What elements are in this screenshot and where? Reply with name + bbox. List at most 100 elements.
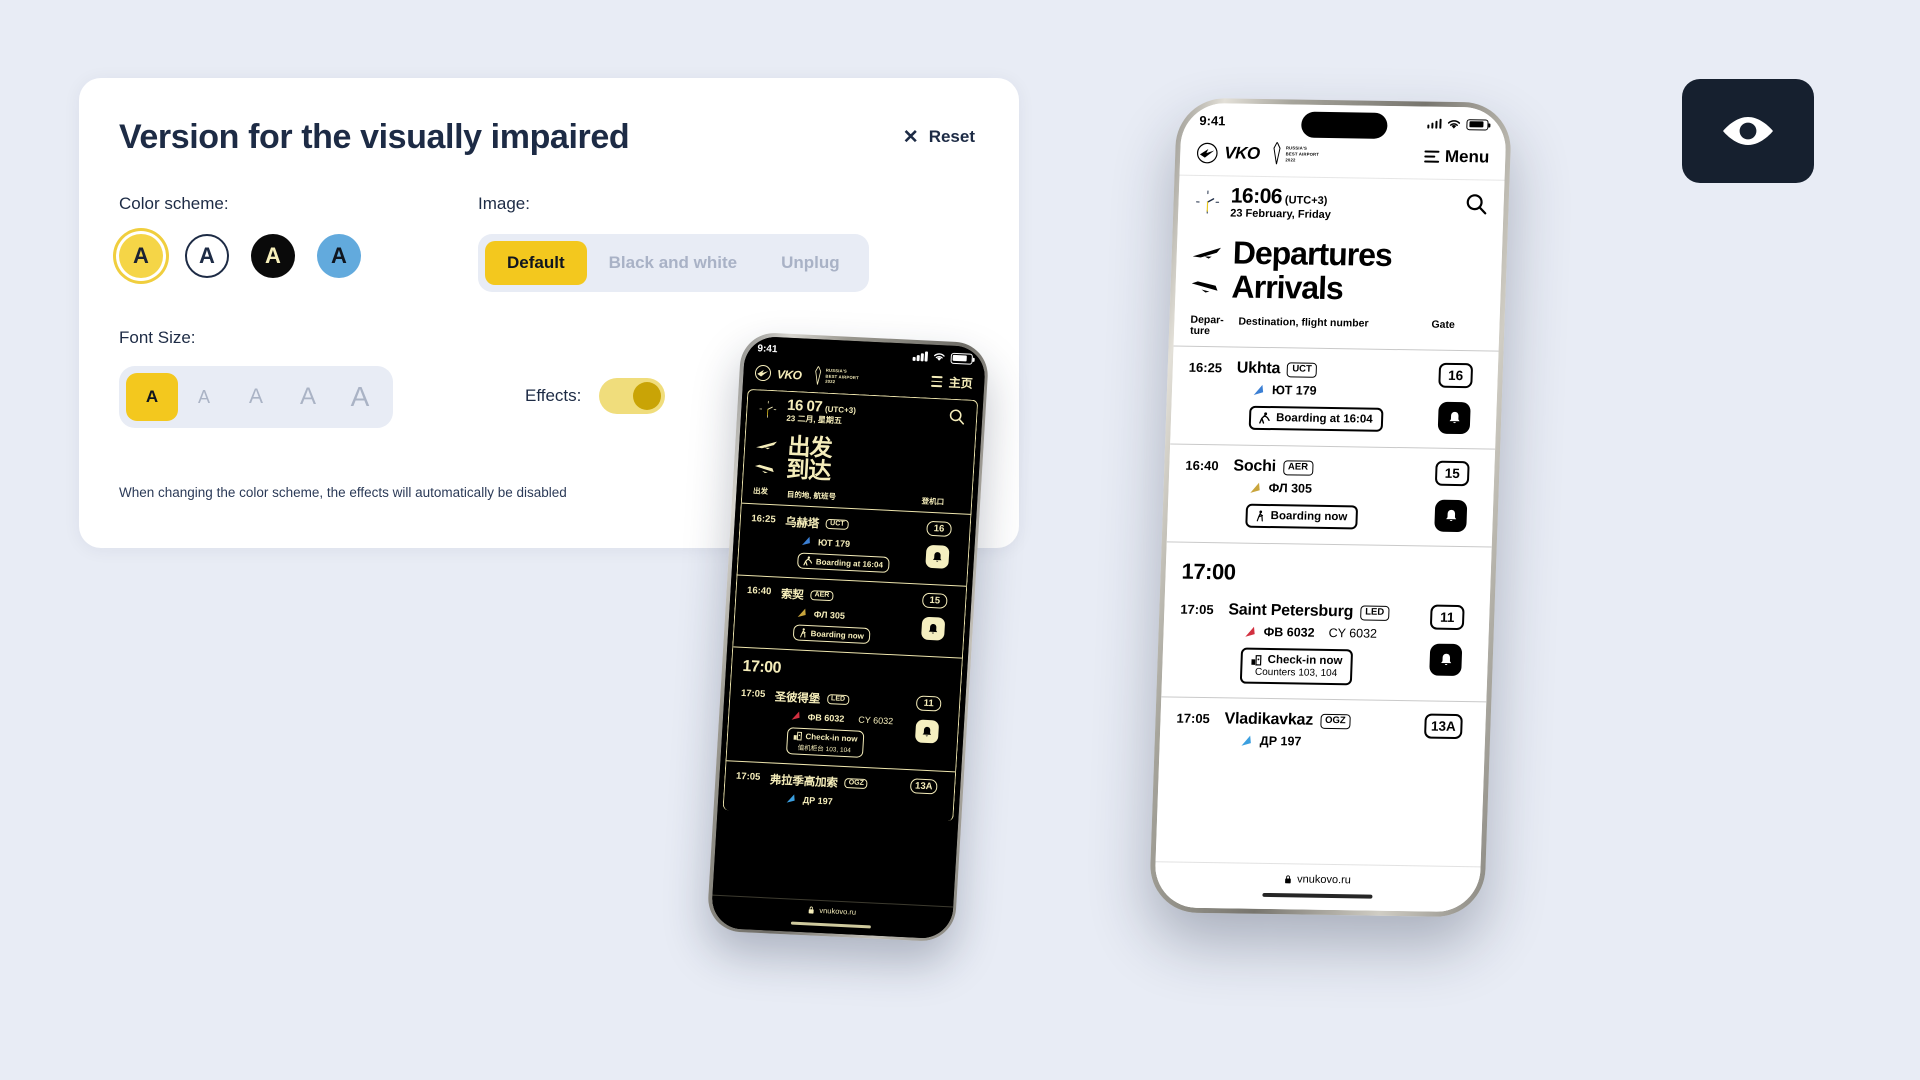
row-status-text: Boarding at 16:04 — [815, 556, 884, 570]
table-row[interactable]: 17:05 弗拉季高加索 OGZ ДР 197 13A — [723, 760, 955, 822]
font-size-option-3[interactable]: A — [230, 373, 282, 421]
arrivals-title: Arrivals — [1231, 268, 1344, 307]
row-city: Sochi — [1233, 457, 1277, 476]
table-row[interactable]: 16:40 索契 AER ФЛ 305 Boarding now 15 — [732, 574, 966, 658]
row-city: 乌赫塔 — [784, 516, 820, 531]
row-status-badge[interactable]: Boarding now — [1245, 503, 1358, 530]
section-titles: Departures Arrivals — [1175, 225, 1503, 314]
row-flight-number: ФЛ 305 — [813, 608, 846, 621]
row-status-text: Check-in now — [805, 731, 858, 744]
notify-button[interactable] — [914, 719, 940, 744]
row-status-text: Boarding now — [1270, 510, 1348, 524]
font-size-option-4[interactable]: A — [282, 373, 334, 421]
row-flight: ФЛ 305 — [796, 607, 916, 624]
menu-button[interactable]: 主页 — [931, 373, 973, 392]
row-gate: 11 — [1429, 604, 1465, 631]
reset-button[interactable]: ✕ Reset — [903, 127, 975, 147]
eye-icon — [1723, 117, 1773, 145]
notify-button[interactable] — [925, 544, 950, 569]
phone-mockup-dark: 9:41 VKO RUSSIA'S BEST AIRPORT 2022 主页 1… — [706, 331, 990, 943]
notify-button[interactable] — [920, 616, 946, 641]
table-row[interactable]: 17:05 Saint Petersburg LED ФВ 6032 CY 60… — [1161, 589, 1490, 702]
airline-tail-icon — [1250, 482, 1260, 493]
row-right: 11 — [906, 695, 948, 762]
arrivals-title-row[interactable]: Arrivals — [1191, 268, 1485, 309]
browser-url[interactable]: vnukovo.ru — [807, 905, 856, 916]
wifi-icon — [1447, 119, 1461, 129]
phone-frame: 9:41 — [1148, 97, 1513, 918]
browser-bar: vnukovo.ru — [710, 894, 953, 939]
battery-icon — [949, 352, 973, 365]
status-indicators — [912, 350, 973, 365]
phone-screen: 9:41 — [1153, 102, 1508, 913]
row-status-badge[interactable]: Boarding at 16:04 — [796, 552, 890, 573]
menu-label: Menu — [1444, 146, 1490, 167]
color-swatch-white[interactable]: A — [185, 234, 229, 278]
font-size-option-2[interactable]: A — [178, 373, 230, 421]
phone-screen: 9:41 — [710, 335, 986, 939]
row-iata: LED — [826, 694, 850, 706]
image-mode-section: Image: Default Black and white Unplug — [478, 194, 869, 292]
search-icon — [1466, 193, 1487, 214]
search-button[interactable] — [947, 408, 965, 429]
image-mode-unplug[interactable]: Unplug — [759, 241, 862, 285]
row-status-badge[interactable]: Check-in now 值机柜台 103, 104 — [785, 727, 864, 758]
notify-button[interactable] — [1429, 643, 1463, 677]
row-right: 13A — [1417, 713, 1470, 752]
vko-logo[interactable]: VKO — [754, 364, 802, 383]
accessibility-eye-badge[interactable] — [1682, 79, 1814, 183]
row-gate: 15 — [1434, 460, 1470, 487]
image-mode-default[interactable]: Default — [485, 241, 587, 285]
notify-button[interactable] — [1437, 401, 1471, 435]
menu-label: 主页 — [948, 375, 974, 391]
status-indicators — [1426, 118, 1489, 131]
row-status-badge[interactable]: Boarding now — [792, 624, 871, 645]
row-status-text: Boarding now — [810, 628, 865, 641]
row-destination: Ukhta UCT — [1236, 360, 1430, 381]
table-row[interactable]: 17:05 Vladikavkaz OGZ ДР 197 13A — [1159, 696, 1487, 766]
home-indicator[interactable] — [1261, 892, 1373, 899]
font-size-option-1[interactable]: A — [126, 373, 178, 421]
home-indicator[interactable] — [790, 921, 871, 928]
browser-url[interactable]: vnukovo.ru — [1284, 873, 1351, 886]
font-size-label: Font Size: — [119, 328, 196, 347]
row-right: 15 — [913, 592, 954, 648]
table-row[interactable]: 16:25 Ukhta UCT ЮТ 179 Boarding at 16:04… — [1170, 345, 1499, 449]
award-badge: RUSSIA'S BEST AIRPORT 2022 — [813, 365, 860, 388]
search-button[interactable] — [1464, 192, 1488, 220]
table-row[interactable]: 16:40 Sochi AER ФЛ 305 Boarding now 15 — [1166, 443, 1496, 547]
row-right: 16 — [917, 520, 958, 576]
col-departure: 出发 — [752, 486, 769, 496]
checkin-icon — [1251, 655, 1262, 666]
color-swatch-black[interactable]: A — [251, 234, 295, 278]
table-header: Depar- ture Destination, flight number G… — [1174, 308, 1500, 351]
dynamic-island — [1300, 111, 1388, 139]
row-status-badge[interactable]: Boarding at 16:04 — [1248, 405, 1384, 432]
row-time: 17:05 — [740, 687, 766, 701]
boarding-icon — [1259, 412, 1270, 424]
row-city: 弗拉季高加索 — [769, 774, 838, 790]
current-date: 23 February, Friday — [1229, 207, 1332, 222]
brand-name: VKO — [1223, 143, 1260, 163]
table-row[interactable]: 17:05 圣彼得堡 LED ФВ 6032 CY 6032 Check-in … — [726, 678, 960, 771]
font-size-option-5[interactable]: A — [334, 373, 386, 421]
color-swatch-yellow[interactable]: A — [119, 234, 163, 278]
notify-button[interactable] — [1434, 499, 1468, 533]
image-mode-bw[interactable]: Black and white — [587, 241, 759, 285]
row-status-badge[interactable]: Check-in now Counters 103, 104 — [1239, 647, 1353, 686]
effects-toggle[interactable] — [599, 378, 666, 414]
analog-clock-icon — [757, 399, 777, 419]
vko-logo[interactable]: VKO — [1196, 142, 1260, 165]
row-city: Ukhta — [1236, 359, 1281, 378]
row-flight: ДР 197 — [1240, 734, 1417, 751]
row-status-line: Check-in now — [1250, 654, 1343, 667]
color-swatch-blue[interactable]: A — [317, 234, 361, 278]
row-flight-number-alt: CY 6032 — [858, 714, 894, 726]
table-row[interactable]: 16:25 乌赫塔 UCT ЮТ 179 Boarding at 16:04 1… — [737, 502, 971, 586]
arrivals-title: 到达 — [785, 456, 832, 485]
browser-bar: vnukovo.ru — [1153, 861, 1481, 913]
row-status-line: Boarding now — [1255, 510, 1348, 524]
menu-button[interactable]: Menu — [1423, 146, 1490, 167]
boarding-icon — [802, 556, 812, 566]
award-text: RUSSIA'S BEST AIRPORT 2022 — [825, 368, 859, 387]
